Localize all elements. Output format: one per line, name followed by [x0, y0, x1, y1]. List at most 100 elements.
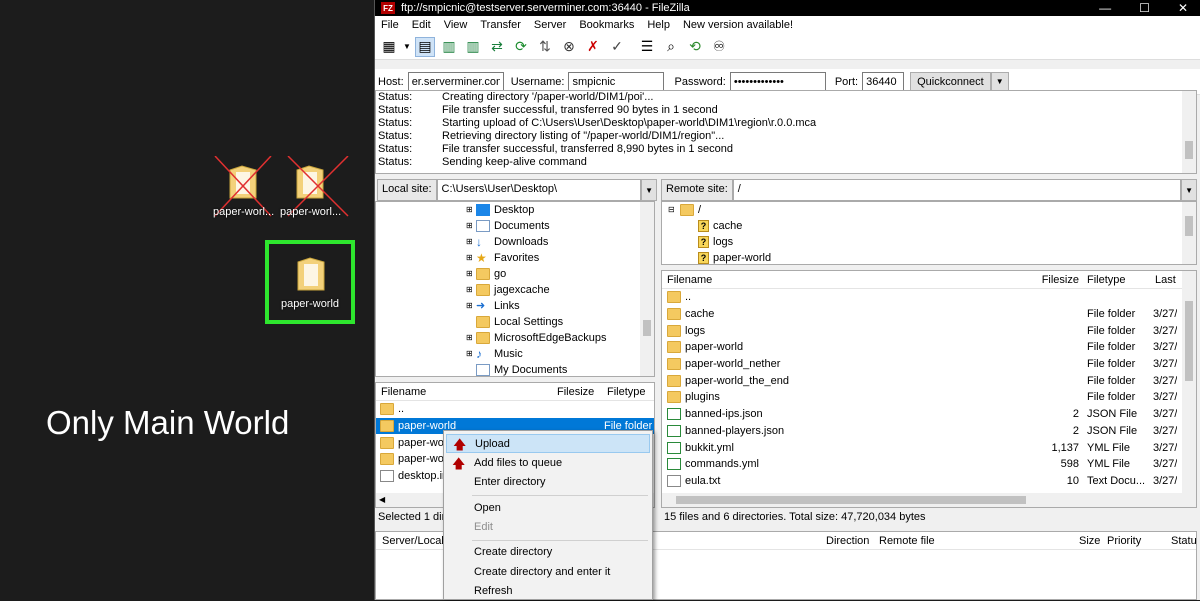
minimize-icon[interactable]: —: [1099, 1, 1111, 15]
tree-item-documents[interactable]: ⊞ Documents: [466, 218, 607, 234]
col-filetype[interactable]: Filetype: [1083, 274, 1153, 286]
port-input[interactable]: [862, 71, 905, 92]
col-server-local[interactable]: Server/Local f: [382, 535, 450, 547]
disconnect-icon[interactable]: ✗: [583, 37, 603, 57]
menu-item-add-to-queue[interactable]: 🡅 Add files to queue: [446, 454, 650, 473]
desktop-folder-icon-2[interactable]: paper-worl...: [280, 156, 349, 224]
json-file-icon: [667, 424, 681, 437]
col-filesize[interactable]: Filesize: [1013, 274, 1083, 286]
tree-item-downloads[interactable]: ⊞ ↓ Downloads: [466, 234, 607, 250]
menu-edit[interactable]: Edit: [412, 19, 431, 31]
col-filetype[interactable]: Filetype: [601, 386, 653, 398]
remote-hscrollbar[interactable]: [662, 493, 1196, 507]
search-icon[interactable]: ⌕: [661, 37, 681, 57]
menu-item-upload[interactable]: 🡅 Upload: [446, 434, 650, 453]
quickconnect-dropdown-icon[interactable]: ▼: [990, 71, 1009, 92]
remote-file-row[interactable]: paper-world_nether File folder 3/27/: [667, 356, 1196, 373]
filter-icon[interactable]: ☰: [637, 37, 657, 57]
reconnect-icon[interactable]: ✓: [607, 37, 627, 57]
tree-item-my-documents[interactable]: My Documents: [466, 362, 607, 376]
remote-file-row[interactable]: banned-ips.json 2 JSON File 3/27/: [667, 406, 1196, 423]
col-filename[interactable]: Filename: [667, 274, 1013, 286]
remote-file-row[interactable]: paper-world File folder 3/27/: [667, 339, 1196, 356]
menu-item-create-and-enter[interactable]: Create directory and enter it: [446, 563, 650, 582]
cancel-icon[interactable]: ⊗: [559, 37, 579, 57]
quickconnect-button[interactable]: Quickconnect: [910, 71, 991, 92]
chevron-down-icon[interactable]: ▼: [403, 37, 411, 57]
col-size[interactable]: Size: [1079, 535, 1100, 547]
close-icon[interactable]: ✕: [1178, 1, 1188, 15]
col-status[interactable]: Status: [1171, 535, 1196, 547]
local-tree-scrollbar[interactable]: [640, 202, 654, 376]
menu-bookmarks[interactable]: Bookmarks: [579, 19, 634, 31]
remote-tree-paper-world[interactable]: ? paper-world: [668, 250, 771, 264]
local-file-row[interactable]: ..: [380, 401, 654, 418]
col-filename[interactable]: Filename: [381, 386, 557, 398]
username-input[interactable]: [568, 71, 665, 92]
remote-file-row[interactable]: cache File folder 3/27/: [667, 306, 1196, 323]
toggle-queue-icon[interactable]: ⇄: [487, 37, 507, 57]
menu-transfer[interactable]: Transfer: [480, 19, 521, 31]
remote-file-row[interactable]: banned-players.json 2 JSON File 3/27/: [667, 423, 1196, 440]
folder-icon: [667, 374, 681, 387]
desktop-folder-icon-highlighted[interactable]: paper-world: [265, 240, 355, 324]
menu-new-version[interactable]: New version available!: [683, 19, 793, 31]
tree-item-links[interactable]: ⊞ ➜ Links: [466, 298, 607, 314]
remote-file-row[interactable]: logs File folder 3/27/: [667, 322, 1196, 339]
col-direction[interactable]: Direction: [826, 535, 869, 547]
remote-path-input[interactable]: /: [732, 179, 1182, 201]
col-filesize[interactable]: Filesize: [557, 386, 601, 398]
remote-list-scrollbar[interactable]: [1182, 271, 1196, 493]
menu-server[interactable]: Server: [534, 19, 566, 31]
process-queue-icon[interactable]: ⇅: [535, 37, 555, 57]
tree-item-desktop[interactable]: ⊞ Desktop: [466, 202, 607, 218]
tree-item-go[interactable]: ⊞ go: [466, 266, 607, 282]
password-input[interactable]: [729, 71, 826, 92]
tree-item-music[interactable]: ⊞ ♪ Music: [466, 346, 607, 362]
host-input[interactable]: [407, 71, 504, 92]
tree-item-favorites[interactable]: ⊞ ★ Favorites: [466, 250, 607, 266]
sync-browse-icon[interactable]: ⟲: [685, 37, 705, 57]
remote-tree-scrollbar[interactable]: [1182, 202, 1196, 264]
tree-item-local-settings[interactable]: Local Settings: [466, 314, 607, 330]
remote-tree-cache[interactable]: ? cache: [668, 218, 771, 234]
local-path-input[interactable]: C:\Users\User\Desktop\: [436, 179, 642, 201]
menu-item-refresh[interactable]: Refresh: [446, 582, 650, 601]
menu-file[interactable]: File: [381, 19, 399, 31]
toggle-log-icon[interactable]: ▤: [415, 36, 435, 57]
menu-help[interactable]: Help: [647, 19, 670, 31]
json-file-icon: [667, 408, 681, 421]
col-remote-file[interactable]: Remote file: [879, 535, 935, 547]
refresh-icon[interactable]: ⟳: [511, 37, 531, 57]
local-path-dropdown-icon[interactable]: ▼: [641, 179, 657, 201]
remote-tree-logs[interactable]: ? logs: [668, 234, 771, 250]
remote-tree-root[interactable]: ⊟ /: [668, 202, 771, 218]
menu-item-create-directory[interactable]: Create directory: [446, 543, 650, 562]
remote-file-row[interactable]: commands.yml 598 YML File 3/27/: [667, 456, 1196, 473]
menu-item-enter-directory[interactable]: Enter directory: [446, 473, 650, 492]
menu-separator: [472, 495, 648, 496]
desktop-folder-icon-1[interactable]: paper-worl...: [213, 156, 274, 224]
maximize-icon[interactable]: ☐: [1139, 1, 1150, 15]
remote-file-row[interactable]: ..: [667, 289, 1196, 306]
col-last-modified[interactable]: Last: [1153, 274, 1183, 286]
log-text: Retrieving directory listing of "/paper-…: [442, 130, 725, 142]
log-scrollbar[interactable]: [1182, 91, 1196, 173]
remote-path-dropdown-icon[interactable]: ▼: [1181, 179, 1197, 201]
toggle-local-tree-icon[interactable]: ▥: [439, 37, 459, 57]
remote-file-row[interactable]: bukkit.yml 1,137 YML File 3/27/: [667, 439, 1196, 456]
remote-file-row[interactable]: eula.txt 10 Text Docu... 3/27/: [667, 473, 1196, 490]
tree-item-edge-backups[interactable]: ⊞ MicrosoftEdgeBackups: [466, 330, 607, 346]
remote-file-row[interactable]: paper-world_the_end File folder 3/27/: [667, 372, 1196, 389]
desktop-icon: [476, 204, 490, 216]
tree-item-jagexcache[interactable]: ⊞ jagexcache: [466, 282, 607, 298]
toggle-remote-tree-icon[interactable]: ▥: [463, 37, 483, 57]
binoculars-icon[interactable]: ♾: [709, 37, 729, 57]
menu-view[interactable]: View: [444, 19, 468, 31]
folder-icon: [667, 291, 681, 304]
menu-item-open[interactable]: Open: [446, 499, 650, 518]
col-priority[interactable]: Priority: [1107, 535, 1141, 547]
site-manager-icon[interactable]: ▦: [379, 37, 399, 57]
log-text: File transfer successful, transferred 8,…: [442, 143, 734, 155]
remote-file-row[interactable]: plugins File folder 3/27/: [667, 389, 1196, 406]
